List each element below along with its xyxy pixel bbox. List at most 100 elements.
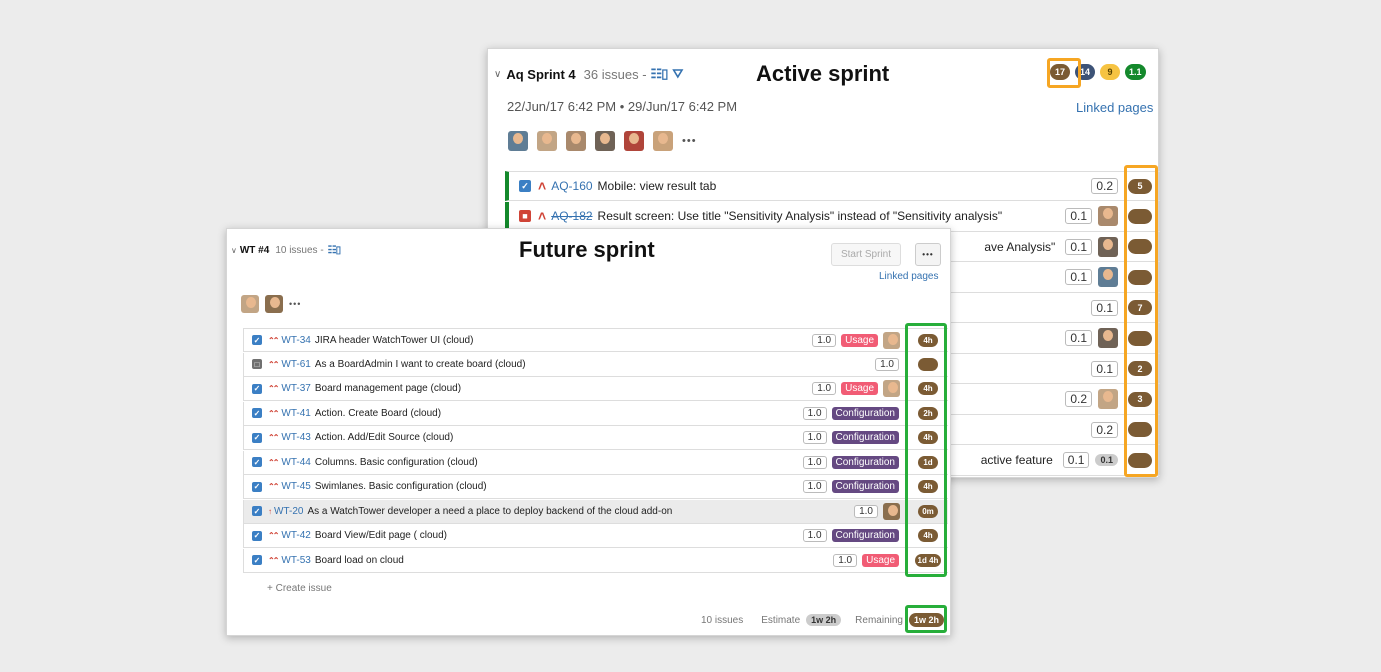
- table-row[interactable]: ✓ ⌃⌃ WT-34 JIRA header WatchTower UI (cloud…: [243, 328, 948, 352]
- task-type-icon: ✓: [252, 408, 262, 418]
- footer-remaining-value: 1w 2h: [908, 613, 944, 627]
- issue-label[interactable]: Configuration: [831, 455, 899, 469]
- avatar: [265, 295, 283, 313]
- sprint-status-badges: 17 14 9 1.1: [1050, 64, 1146, 80]
- issue-key-link[interactable]: AQ-160: [551, 179, 592, 193]
- sprint-footer: 10 issues Estimate 1w 2h Remaining 1w 2h: [701, 613, 944, 627]
- table-row[interactable]: ■ ˄ AQ-182 Result screen: Use title "Sensit…: [505, 201, 1160, 232]
- board-icon[interactable]: ☷▯: [328, 245, 342, 256]
- collapse-chevron-icon[interactable]: ∨: [231, 246, 237, 255]
- remaining-estimate-badge: 4h: [918, 431, 938, 444]
- table-row[interactable]: ✓ ⌃⌃ WT-43 Action. Add/Edit Source (cloud) 1…: [243, 426, 948, 450]
- priority-high-icon: ↑: [268, 506, 272, 516]
- filter-icon[interactable]: ⛛: [672, 66, 683, 82]
- issue-summary[interactable]: Mobile: view result tab: [598, 179, 1092, 193]
- issue-summary[interactable]: As a BoardAdmin I want to create board (…: [315, 359, 875, 370]
- sprint-actions-button[interactable]: •••: [915, 243, 941, 266]
- assignee-avatar: [1098, 206, 1118, 226]
- issue-key-link[interactable]: WT-45: [281, 481, 310, 492]
- table-row[interactable]: □ ⌃⌃ WT-61 As a BoardAdmin I want to create…: [243, 352, 948, 377]
- table-row[interactable]: ✓ ⌃⌃ WT-44 Columns. Basic configuration (cl…: [243, 450, 948, 475]
- story-points: 0.1: [1062, 452, 1090, 468]
- assignee-avatar: [883, 502, 900, 520]
- sprint-badge: 9: [1100, 64, 1120, 80]
- story-points: 0.1: [1091, 299, 1118, 316]
- remaining-estimate-badge: 4h: [918, 480, 938, 493]
- story-points: 0.1: [1091, 360, 1118, 377]
- issue-summary[interactable]: As a WatchTower developer a need a place…: [307, 506, 854, 517]
- remaining-estimate-badge: [1128, 208, 1152, 224]
- priority-highest-icon: ⌃⌃: [268, 531, 279, 540]
- table-row[interactable]: ✓ ↑ WT-20 As a WatchTower developer a need …: [243, 499, 948, 524]
- issue-label[interactable]: Usage: [841, 333, 878, 347]
- linked-pages-link[interactable]: Linked pages: [1076, 100, 1153, 115]
- more-avatars-icon[interactable]: •••: [682, 135, 697, 147]
- issue-label[interactable]: Usage: [841, 382, 878, 395]
- remaining-estimate-badge: 1d: [918, 455, 938, 469]
- remaining-estimate-badge: [918, 357, 938, 371]
- issue-key-link[interactable]: WT-42: [281, 530, 310, 541]
- issue-key-link[interactable]: WT-43: [281, 432, 310, 443]
- issue-label[interactable]: Configuration: [831, 406, 899, 420]
- remaining-estimate-badge: 3: [1128, 391, 1152, 407]
- issue-key-link[interactable]: WT-61: [281, 359, 310, 370]
- table-row[interactable]: ✓ ⌃⌃ WT-37 Board management page (cloud) 1.0…: [243, 377, 948, 401]
- story-points: 1.0: [802, 455, 827, 469]
- priority-highest-icon: ˄: [538, 178, 547, 194]
- issue-summary[interactable]: Board load on cloud: [315, 555, 833, 566]
- task-type-icon: ✓: [252, 555, 262, 565]
- priority-highest-icon: ⌃⌃: [268, 359, 279, 369]
- table-row[interactable]: ✓ ⌃⌃ WT-41 Action. Create Board (cloud) 1.0 C…: [243, 401, 948, 426]
- more-avatars-icon[interactable]: •••: [289, 299, 301, 309]
- issue-summary[interactable]: JIRA header WatchTower UI (cloud): [315, 335, 812, 346]
- create-issue-link[interactable]: + Create issue: [267, 583, 332, 594]
- issue-label[interactable]: Usage: [862, 553, 899, 567]
- avatar: [624, 131, 644, 151]
- linked-pages-link[interactable]: Linked pages: [879, 271, 939, 282]
- table-row[interactable]: ✓ ⌃⌃ WT-53 Board load on cloud 1.0 Usage 1d 4h: [243, 548, 948, 573]
- story-points: 0.2: [1091, 178, 1118, 194]
- issue-key-link[interactable]: AQ-182: [551, 209, 592, 223]
- table-row[interactable]: ✓ ⌃⌃ WT-42 Board View/Edit page ( cloud) 1.0…: [243, 524, 948, 548]
- remaining-estimate-badge: [1128, 269, 1152, 285]
- issue-key-link[interactable]: WT-53: [281, 555, 310, 566]
- issue-summary[interactable]: Action. Create Board (cloud): [315, 408, 803, 419]
- future-sprint-caption: Future sprint: [519, 237, 655, 262]
- story-points: 1.0: [812, 333, 837, 347]
- issue-key-link[interactable]: WT-37: [281, 383, 310, 394]
- issue-key-link[interactable]: WT-34: [281, 335, 310, 346]
- task-type-icon: ✓: [252, 530, 262, 541]
- start-sprint-button[interactable]: Start Sprint: [831, 243, 901, 266]
- sprint-avatars: •••: [508, 131, 697, 151]
- active-sprint-name: Aq Sprint 4: [506, 66, 576, 82]
- future-sprint-panel: ∨ WT #4 10 issues - ☷▯ Future sprint Sta…: [226, 228, 951, 636]
- story-points: 1.0: [812, 382, 837, 395]
- issue-key-link[interactable]: WT-44: [281, 457, 310, 468]
- sprint-badge: 1.1: [1125, 64, 1146, 80]
- priority-highest-icon: ⌃⌃: [268, 335, 279, 345]
- avatar: [241, 295, 259, 313]
- assignee-avatar: [1098, 236, 1118, 257]
- issue-key-link[interactable]: WT-20: [274, 506, 303, 517]
- issue-label[interactable]: Configuration: [831, 529, 899, 542]
- issue-label[interactable]: Configuration: [831, 480, 899, 493]
- remaining-estimate-badge: [1128, 452, 1152, 468]
- table-row[interactable]: ✓ ⌃⌃ WT-45 Swimlanes. Basic configuration (…: [243, 475, 948, 499]
- issue-summary[interactable]: Result screen: Use title "Sensitivity An…: [598, 209, 1066, 223]
- issue-summary[interactable]: Columns. Basic configuration (cloud): [315, 457, 803, 468]
- story-points: 1.0: [854, 504, 878, 518]
- story-points: 0.2: [1065, 391, 1092, 407]
- remaining-estimate-badge: [1128, 422, 1152, 437]
- issue-label[interactable]: Configuration: [831, 431, 899, 444]
- board-icon[interactable]: ☷▯: [651, 66, 669, 82]
- priority-highest-icon: ⌃⌃: [268, 482, 279, 491]
- sprint-avatars: •••: [241, 295, 301, 313]
- issue-summary[interactable]: Swimlanes. Basic configuration (cloud): [315, 481, 803, 492]
- issue-summary[interactable]: Board View/Edit page ( cloud): [315, 530, 803, 541]
- table-row[interactable]: ✓ ˄ AQ-160 Mobile: view result tab 0.2 5: [505, 171, 1160, 201]
- issue-summary[interactable]: Board management page (cloud): [315, 383, 812, 394]
- issue-key-link[interactable]: WT-41: [281, 408, 310, 419]
- story-points: 0.2: [1091, 421, 1118, 438]
- issue-summary[interactable]: Action. Add/Edit Source (cloud): [315, 432, 803, 443]
- collapse-chevron-icon[interactable]: ∨: [494, 69, 501, 80]
